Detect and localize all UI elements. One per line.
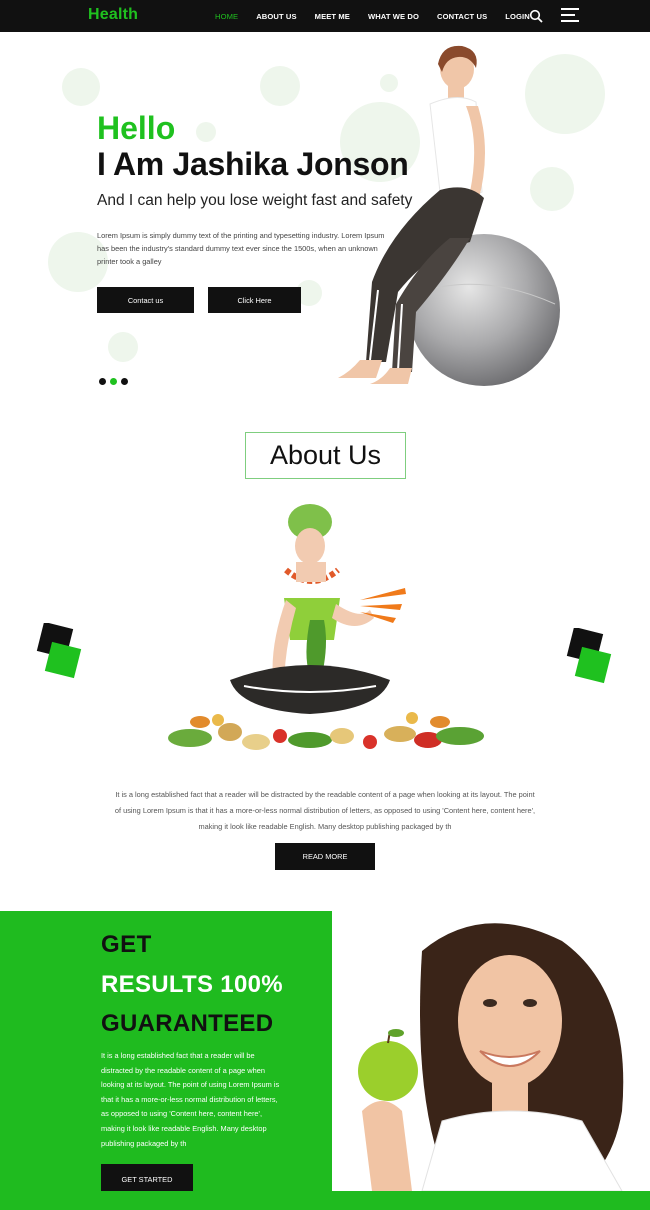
results-heading-line1: GET [101, 931, 152, 958]
top-navbar: Health HOME ABOUT US MEET ME WHAT WE DO … [0, 0, 650, 32]
decor-bubble [108, 332, 138, 362]
nav-link-what-we-do[interactable]: WHAT WE DO [359, 12, 428, 21]
about-us-heading: About Us [269, 440, 382, 470]
decor-bubble [62, 68, 100, 106]
results-section: GET RESULTS 100% GUARANTEED It is a long… [0, 911, 332, 1194]
search-icon[interactable] [529, 9, 543, 23]
about-text-line: of using Lorem Ipsum is that it has a mo… [114, 806, 536, 815]
about-description: It is a long established fact that a rea… [70, 787, 580, 835]
about-text-line: It is a long established fact that a rea… [115, 790, 535, 799]
decor-bubble [196, 122, 216, 142]
woman-on-exercise-ball-image [338, 45, 560, 386]
slider-dot-active[interactable] [109, 377, 118, 386]
results-heading-line2: RESULTS 100% [101, 971, 283, 998]
nav-link-contact-us[interactable]: CONTACT US [428, 12, 496, 21]
contact-us-button[interactable]: Contact us [97, 287, 194, 313]
results-text-line: It is a long established fact that a rea… [101, 1051, 255, 1060]
results-text-line: as opposed to using 'Content here, conte… [101, 1109, 263, 1119]
woman-with-vegetables-image [168, 504, 484, 750]
results-text-line: looking at its layout. The point of usin… [101, 1080, 280, 1090]
hero-section: Hello I Am Jashika Jonson And I can help… [0, 32, 650, 412]
site-logo[interactable]: Health [88, 6, 138, 24]
results-text-line: making it look like readable English. Ma… [101, 1123, 267, 1133]
results-text-line: publishing packaged by th [101, 1138, 187, 1148]
about-text-line: making it look like readable English. Ma… [198, 822, 452, 831]
bottom-green-strip [0, 1191, 650, 1210]
nav-link-about-us[interactable]: ABOUT US [247, 12, 305, 21]
nav-link-home[interactable]: HOME [206, 12, 247, 21]
results-text-line: that it has a more-or-less normal distri… [101, 1094, 278, 1104]
nav-link-meet-me[interactable]: MEET ME [306, 12, 359, 21]
hero-slider-dots [98, 377, 131, 386]
hamburger-menu-icon[interactable] [561, 8, 579, 23]
girl-with-apple-image [332, 911, 650, 1191]
hero-greeting: Hello [97, 110, 176, 146]
slider-dot[interactable] [98, 377, 107, 386]
nav-links: HOME ABOUT US MEET ME WHAT WE DO CONTACT… [206, 0, 539, 32]
slider-dot[interactable] [120, 377, 129, 386]
click-here-button[interactable]: Click Here [208, 287, 301, 313]
decor-bubble [260, 66, 300, 106]
get-started-button[interactable]: GET STARTED [101, 1164, 193, 1194]
read-more-button[interactable]: READ MORE [275, 843, 375, 870]
results-heading-line3: GUARANTEED [101, 1010, 274, 1037]
results-text-line: distracted by the readable content of a … [101, 1065, 265, 1075]
decor-squares-right [564, 626, 616, 695]
decor-squares-left [34, 621, 86, 690]
results-description: It is a long established fact that a rea… [101, 1049, 321, 1151]
about-us-heading-box: About Us [245, 432, 406, 479]
